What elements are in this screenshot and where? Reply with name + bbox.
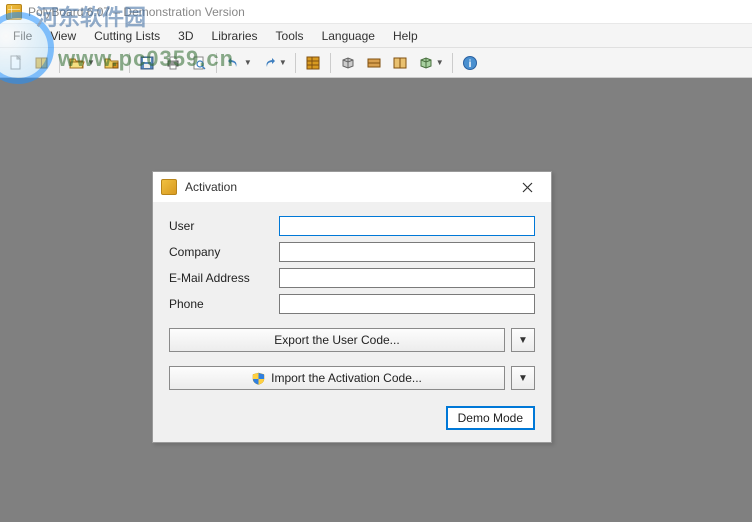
new-file-icon[interactable]: [4, 51, 28, 75]
menu-language[interactable]: Language: [313, 26, 384, 46]
user-input[interactable]: [279, 216, 535, 236]
redo-dropdown[interactable]: ▼: [257, 51, 290, 75]
export-label: Export the User Code...: [274, 333, 399, 347]
dialog-titlebar: Activation: [153, 172, 551, 202]
menu-file[interactable]: File: [4, 26, 41, 46]
info-icon[interactable]: i: [458, 51, 482, 75]
separator-icon: [295, 53, 296, 73]
app-icon: [6, 4, 22, 20]
undo-dropdown[interactable]: ▼: [222, 51, 255, 75]
export-user-code-button[interactable]: Export the User Code...: [169, 328, 505, 352]
company-input[interactable]: [279, 242, 535, 262]
menu-tools[interactable]: Tools: [267, 26, 313, 46]
dialog-icon: [161, 179, 177, 195]
separator-icon: [59, 53, 60, 73]
open-library-icon[interactable]: [100, 51, 124, 75]
menubar: File View Cutting Lists 3D Libraries Too…: [0, 24, 752, 48]
titlebar: PolyBoard 6.07 – Demonstration Version: [0, 0, 752, 24]
email-input[interactable]: [279, 268, 535, 288]
save-icon[interactable]: [135, 51, 159, 75]
menu-3d[interactable]: 3D: [169, 26, 202, 46]
material-icon[interactable]: [362, 51, 386, 75]
print-icon[interactable]: [161, 51, 185, 75]
separator-icon: [129, 53, 130, 73]
dialog-footer: Demo Mode: [169, 406, 535, 430]
workspace: Activation User Company E-Mail Address P…: [0, 78, 752, 522]
import-label: Import the Activation Code...: [271, 371, 422, 385]
cube-icon[interactable]: [414, 51, 438, 75]
export-row: Export the User Code... ▼: [169, 328, 535, 352]
import-row: Import the Activation Code... ▼: [169, 366, 535, 390]
email-row: E-Mail Address: [169, 268, 535, 288]
new-cabinet-icon[interactable]: [30, 51, 54, 75]
activation-dialog: Activation User Company E-Mail Address P…: [152, 171, 552, 443]
shield-icon: [252, 372, 265, 385]
import-dropdown-icon[interactable]: ▼: [511, 366, 535, 390]
toolbar: ▼ ▼ ▼ ▼: [0, 48, 752, 78]
svg-text:i: i: [468, 59, 471, 70]
dialog-body: User Company E-Mail Address Phone Export…: [153, 202, 551, 442]
user-row: User: [169, 216, 535, 236]
import-activation-code-button[interactable]: Import the Activation Code...: [169, 366, 505, 390]
phone-input[interactable]: [279, 294, 535, 314]
panel-icon[interactable]: [388, 51, 412, 75]
user-label: User: [169, 219, 279, 233]
export-dropdown-icon[interactable]: ▼: [511, 328, 535, 352]
dialog-title: Activation: [185, 180, 237, 194]
email-label: E-Mail Address: [169, 271, 279, 285]
open-dropdown[interactable]: ▼: [65, 51, 98, 75]
redo-icon[interactable]: [257, 51, 281, 75]
undo-icon[interactable]: [222, 51, 246, 75]
separator-icon: [330, 53, 331, 73]
menu-help[interactable]: Help: [384, 26, 427, 46]
company-row: Company: [169, 242, 535, 262]
phone-label: Phone: [169, 297, 279, 311]
menu-view[interactable]: View: [41, 26, 85, 46]
open-folder-icon[interactable]: [65, 51, 89, 75]
phone-row: Phone: [169, 294, 535, 314]
separator-icon: [452, 53, 453, 73]
separator-icon: [216, 53, 217, 73]
cube-dropdown[interactable]: ▼: [414, 51, 447, 75]
3d-view-icon[interactable]: [336, 51, 360, 75]
cutting-list-icon[interactable]: [301, 51, 325, 75]
window-title: PolyBoard 6.07 – Demonstration Version: [28, 5, 245, 19]
demo-mode-button[interactable]: Demo Mode: [446, 406, 535, 430]
menu-cutting-lists[interactable]: Cutting Lists: [85, 26, 169, 46]
preview-icon[interactable]: [187, 51, 211, 75]
menu-libraries[interactable]: Libraries: [203, 26, 267, 46]
close-icon[interactable]: [507, 174, 547, 200]
company-label: Company: [169, 245, 279, 259]
